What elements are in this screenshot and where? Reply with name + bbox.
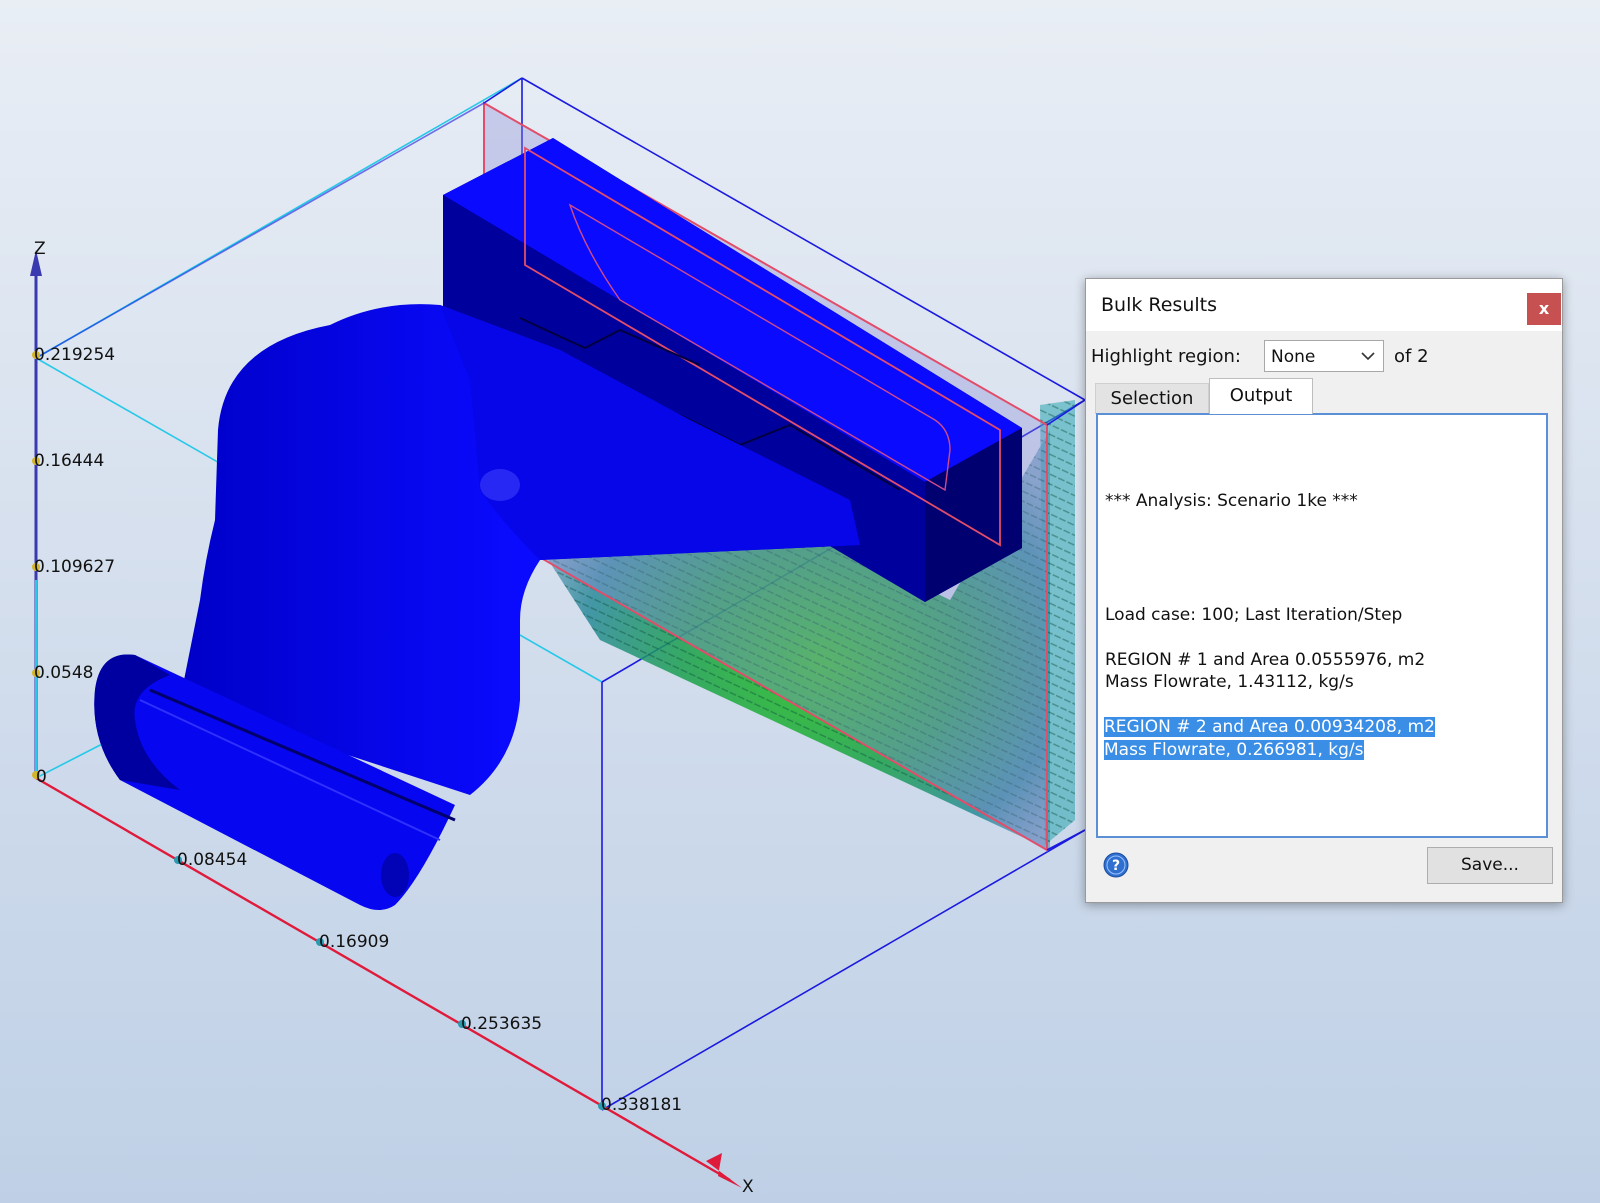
save-button[interactable]: Save...: [1427, 847, 1553, 884]
x-tick-label: 0.08454: [177, 850, 247, 870]
bulk-results-dialog: Bulk Results x Highlight region: None of…: [1085, 278, 1563, 903]
x-tick-label: 0.338181: [601, 1095, 682, 1115]
z-origin-label: 0: [36, 767, 47, 787]
close-button[interactable]: x: [1527, 293, 1561, 325]
x-tick-label: 0.16909: [319, 932, 389, 952]
z-axis-label: Z: [34, 239, 46, 259]
highlight-region-value: None: [1271, 347, 1316, 367]
region-1-area-line: REGION # 1 and Area 0.0555976, m2: [1105, 650, 1426, 670]
chevron-down-icon: [1361, 352, 1375, 361]
analysis-line: *** Analysis: Scenario 1ke ***: [1105, 491, 1358, 511]
help-icon[interactable]: ?: [1103, 852, 1129, 878]
highlight-region-select[interactable]: None: [1264, 340, 1384, 372]
load-case-line: Load case: 100; Last Iteration/Step: [1105, 605, 1403, 625]
z-tick-label: 0.16444: [34, 451, 104, 471]
z-tick-label: 0.109627: [34, 557, 115, 577]
close-icon: x: [1538, 299, 1550, 318]
region-count: of 2: [1394, 346, 1429, 367]
x-tick-label: 0.253635: [461, 1014, 542, 1034]
tab-output[interactable]: Output: [1209, 378, 1313, 414]
output-text-area[interactable]: *** Analysis: Scenario 1ke *** Load case…: [1096, 413, 1548, 838]
svg-text:?: ?: [1112, 858, 1120, 874]
duct-model: [94, 138, 1022, 910]
region-2-flowrate-line: Mass Flowrate, 0.266981, kg/s: [1104, 740, 1364, 760]
region-2-area-line: REGION # 2 and Area 0.00934208, m2: [1104, 717, 1435, 737]
x-axis-label: X: [742, 1177, 754, 1197]
dialog-title: Bulk Results: [1101, 294, 1218, 316]
region-1-flowrate-line: Mass Flowrate, 1.43112, kg/s: [1105, 672, 1354, 692]
z-tick-label: 0.0548: [34, 663, 93, 683]
z-tick-label: 0.219254: [34, 345, 115, 365]
z-axis: [30, 250, 42, 778]
highlight-region-label: Highlight region:: [1091, 346, 1241, 367]
dialog-titlebar[interactable]: Bulk Results x: [1086, 279, 1562, 331]
tab-selection[interactable]: Selection: [1095, 383, 1209, 414]
